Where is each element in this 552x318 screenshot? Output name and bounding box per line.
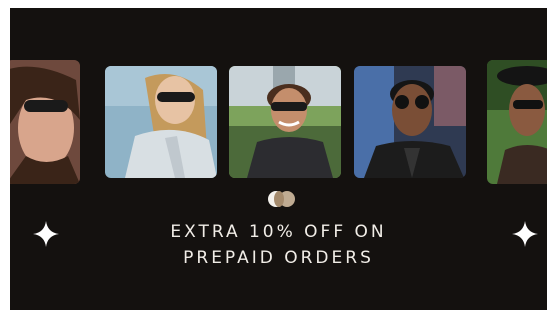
carousel-card-model-man-curly[interactable] xyxy=(229,66,341,178)
carousel-card-model-woman-left[interactable] xyxy=(10,60,80,184)
promo-banner: EXTRA 10% OFF ON PREPAID ORDERS xyxy=(10,8,547,310)
carousel-pagination xyxy=(268,191,308,207)
carousel-card-model-woman-hat-right[interactable] xyxy=(487,60,547,184)
promo-headline-line-2: PREPAID ORDERS xyxy=(183,248,374,268)
sparkle-icon xyxy=(512,221,538,247)
carousel-dot-3[interactable] xyxy=(274,191,284,207)
image-carousel xyxy=(10,8,547,208)
promo-headline-line-1: EXTRA 10% OFF ON xyxy=(170,222,387,242)
carousel-card-model-woman-blonde[interactable] xyxy=(105,66,217,178)
carousel-card-model-man-round[interactable] xyxy=(354,66,466,178)
